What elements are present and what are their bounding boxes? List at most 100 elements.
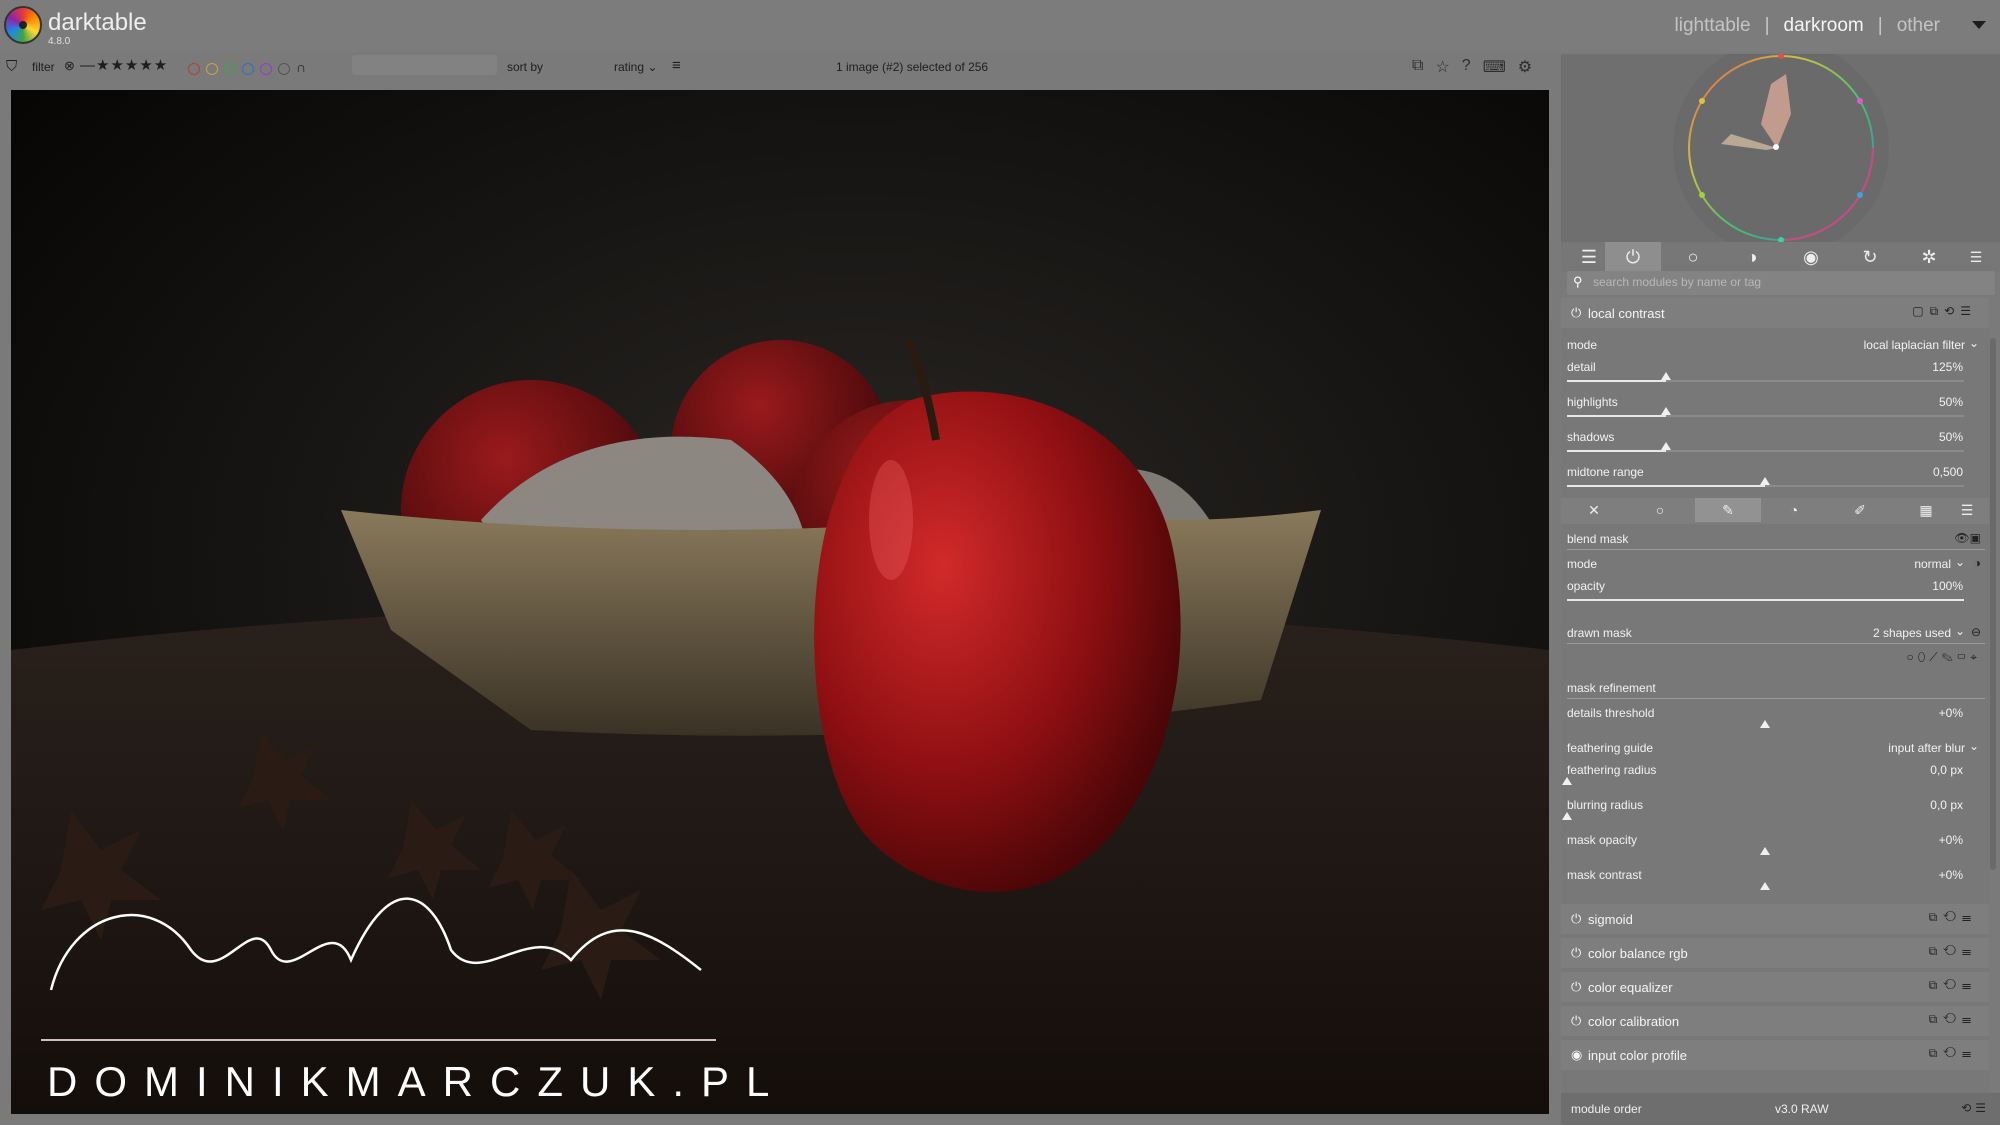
- views-dropdown-icon[interactable]: [1972, 21, 1986, 29]
- mask-visibility-icon[interactable]: 👁▣: [1954, 531, 1981, 545]
- blurring-radius-label: blurring radius: [1567, 798, 1644, 812]
- blurring-radius-slider[interactable]: [1562, 812, 1964, 822]
- module-color-calibration[interactable]: ⏻ color calibration ⧉⟲☰: [1561, 1006, 1989, 1036]
- divider: [1567, 698, 1985, 699]
- blend-parametric-icon[interactable]: ◔: [1761, 498, 1827, 522]
- color-modules-tab-icon[interactable]: ◉: [1783, 242, 1839, 272]
- chevron-down-icon: ⌄: [1968, 336, 1979, 350]
- lc-highlights-value: 50%: [1938, 395, 1963, 409]
- feathering-radius-label: feathering radius: [1567, 763, 1657, 777]
- blurring-radius-value: 0,0 px: [1930, 798, 1963, 812]
- lc-shadows-label: shadows: [1567, 430, 1615, 444]
- lc-detail-label: detail: [1567, 360, 1596, 374]
- blend-mask-label: blend mask: [1567, 532, 1629, 546]
- vectorscope[interactable]: [1561, 40, 2000, 256]
- module-header-icons[interactable]: ⧉⟲☰: [1929, 910, 1977, 925]
- module-name: color equalizer: [1588, 980, 1673, 995]
- module-search-input[interactable]: ⚲ search modules by name or tag: [1567, 271, 1995, 295]
- lc-detail-slider[interactable]: [1567, 372, 1964, 382]
- keyboard-icon[interactable]: ⌨: [1483, 57, 1506, 77]
- sort-value: rating: [614, 60, 645, 74]
- remove-mask-icon[interactable]: ⊖: [1971, 625, 1981, 639]
- color-label-green: [224, 62, 236, 75]
- blend-uniform-icon[interactable]: ○: [1627, 498, 1693, 522]
- drawn-mask-value: 2 shapes used: [1872, 626, 1951, 640]
- tone-modules-tab-icon[interactable]: ◑: [1724, 242, 1780, 272]
- power-icon[interactable]: ⏻: [1571, 305, 1581, 321]
- module-header-icons[interactable]: ⧉⟲☰: [1929, 944, 1977, 959]
- module-input-color-profile[interactable]: ◉ input color profile ⧉⟲☰: [1561, 1040, 1989, 1070]
- favorite-star-icon[interactable]: ☆: [1435, 57, 1449, 77]
- module-header-icons[interactable]: ⧉⟲☰: [1929, 1046, 1977, 1061]
- blend-drawn-mask-icon[interactable]: ✎: [1695, 498, 1761, 522]
- color-label-blue: [242, 62, 254, 75]
- module-header-icons[interactable]: ⧉⟲☰: [1929, 1012, 1977, 1027]
- power-icon[interactable]: ⏻: [1571, 979, 1581, 995]
- sort-order-icon[interactable]: ≡: [672, 57, 681, 74]
- view-lighttable[interactable]: lighttable: [1675, 15, 1751, 37]
- module-color-balance-rgb[interactable]: ⏻ color balance rgb ⧉⟲☰: [1561, 938, 1989, 968]
- image-canvas[interactable]: DOMINIKMARCZUK.PL: [11, 90, 1549, 1114]
- feathering-guide-label: feathering guide: [1567, 741, 1654, 755]
- details-threshold-value: +0%: [1938, 706, 1963, 720]
- sort-select[interactable]: rating ⌄: [614, 60, 657, 74]
- rating-stars[interactable]: —★★★★★: [80, 56, 168, 74]
- active-modules-tab-icon[interactable]: ⏻: [1605, 242, 1661, 272]
- lc-midtone-slider[interactable]: [1567, 477, 1964, 487]
- power-icon[interactable]: ⏻: [1571, 945, 1581, 961]
- blend-menu-icon[interactable]: ☰: [1947, 498, 1987, 522]
- shape-tools-icons[interactable]: ○⬯⟋✎▭⌖: [1907, 650, 1981, 665]
- module-header-icons[interactable]: ▢⧉⟲☰: [1912, 304, 1977, 319]
- view-darkroom[interactable]: darkroom: [1784, 15, 1864, 37]
- settings-gear-icon[interactable]: ⚙: [1518, 57, 1532, 77]
- reject-icon[interactable]: ⊗: [64, 58, 75, 74]
- filter-search-input[interactable]: [352, 55, 497, 75]
- details-threshold-slider[interactable]: [1567, 720, 1964, 730]
- mask-contrast-slider[interactable]: [1567, 882, 1964, 892]
- panel-scrollbar[interactable]: [1990, 338, 1996, 870]
- correct-modules-tab-icon[interactable]: ↻: [1842, 242, 1898, 272]
- drawn-mask-label: drawn mask: [1567, 626, 1632, 640]
- color-label-red: [188, 62, 200, 75]
- module-order-label: module order: [1571, 1102, 1642, 1116]
- chevron-down-icon: ⌄: [1968, 739, 1979, 753]
- chevron-down-icon: ⌄: [1954, 624, 1965, 638]
- window-icon[interactable]: ⧉: [1412, 57, 1423, 77]
- module-header-icons[interactable]: ⧉⟲☰: [1929, 978, 1977, 993]
- filter-icon[interactable]: ⛉: [6, 58, 17, 75]
- mask-opacity-slider[interactable]: [1567, 847, 1964, 857]
- local-contrast-header[interactable]: ⏻ local contrast ▢⧉⟲☰: [1561, 298, 1989, 328]
- help-icon[interactable]: ?: [1462, 57, 1471, 77]
- lc-shadows-slider[interactable]: [1567, 442, 1964, 452]
- effect-modules-tab-icon[interactable]: ✲: [1901, 242, 1957, 272]
- base-modules-tab-icon[interactable]: ○: [1665, 242, 1721, 272]
- module-search-placeholder: search modules by name or tag: [1593, 275, 1762, 289]
- blend-mode-tabs: ✕ ○ ✎ ◔ ✐ ▦ ☰: [1561, 498, 1989, 524]
- search-icon: ⚲: [1573, 274, 1583, 289]
- module-name: sigmoid: [1588, 912, 1633, 927]
- disabled-power-icon[interactable]: ◉: [1571, 1047, 1582, 1063]
- power-icon[interactable]: ⏻: [1571, 1013, 1581, 1029]
- view-other[interactable]: other: [1897, 15, 1940, 37]
- feathering-radius-slider[interactable]: [1562, 777, 1964, 787]
- module-color-equalizer[interactable]: ⏻ color equalizer ⧉⟲☰: [1561, 972, 1989, 1002]
- blend-opacity-slider[interactable]: [1567, 599, 1964, 601]
- module-order-value[interactable]: v3.0 RAW: [1775, 1102, 1829, 1116]
- chevron-down-icon: ⌄: [1954, 555, 1965, 569]
- bottom-icons[interactable]: ⟲☰: [1961, 1101, 1990, 1115]
- lc-highlights-slider[interactable]: [1567, 407, 1964, 417]
- blend-off-icon[interactable]: ✕: [1561, 498, 1627, 522]
- lc-mode-value: local laplacian filter: [1863, 338, 1965, 352]
- module-group-tabs: ☰ ⏻ ○ ◑ ◉ ↻ ✲ ☰: [1561, 242, 2000, 272]
- module-sigmoid[interactable]: ⏻ sigmoid ⧉⟲☰: [1561, 904, 1989, 934]
- color-label-filter[interactable]: ∩: [188, 59, 306, 75]
- blend-opacity-value: 100%: [1932, 579, 1963, 593]
- blend-polarity-icon[interactable]: ◑: [1974, 556, 1981, 570]
- selection-status: 1 image (#2) selected of 256: [836, 60, 989, 74]
- power-icon[interactable]: ⏻: [1571, 911, 1581, 927]
- mask-opacity-label: mask opacity: [1567, 833, 1638, 847]
- presets-menu-icon[interactable]: ☰: [1956, 242, 1996, 272]
- module-panel: ⏻ local contrast ▢⧉⟲☰ mode local laplaci…: [1561, 298, 1989, 1098]
- blend-drawn-parametric-icon[interactable]: ✐: [1827, 498, 1893, 522]
- feathering-guide-value: input after blur: [1888, 741, 1965, 755]
